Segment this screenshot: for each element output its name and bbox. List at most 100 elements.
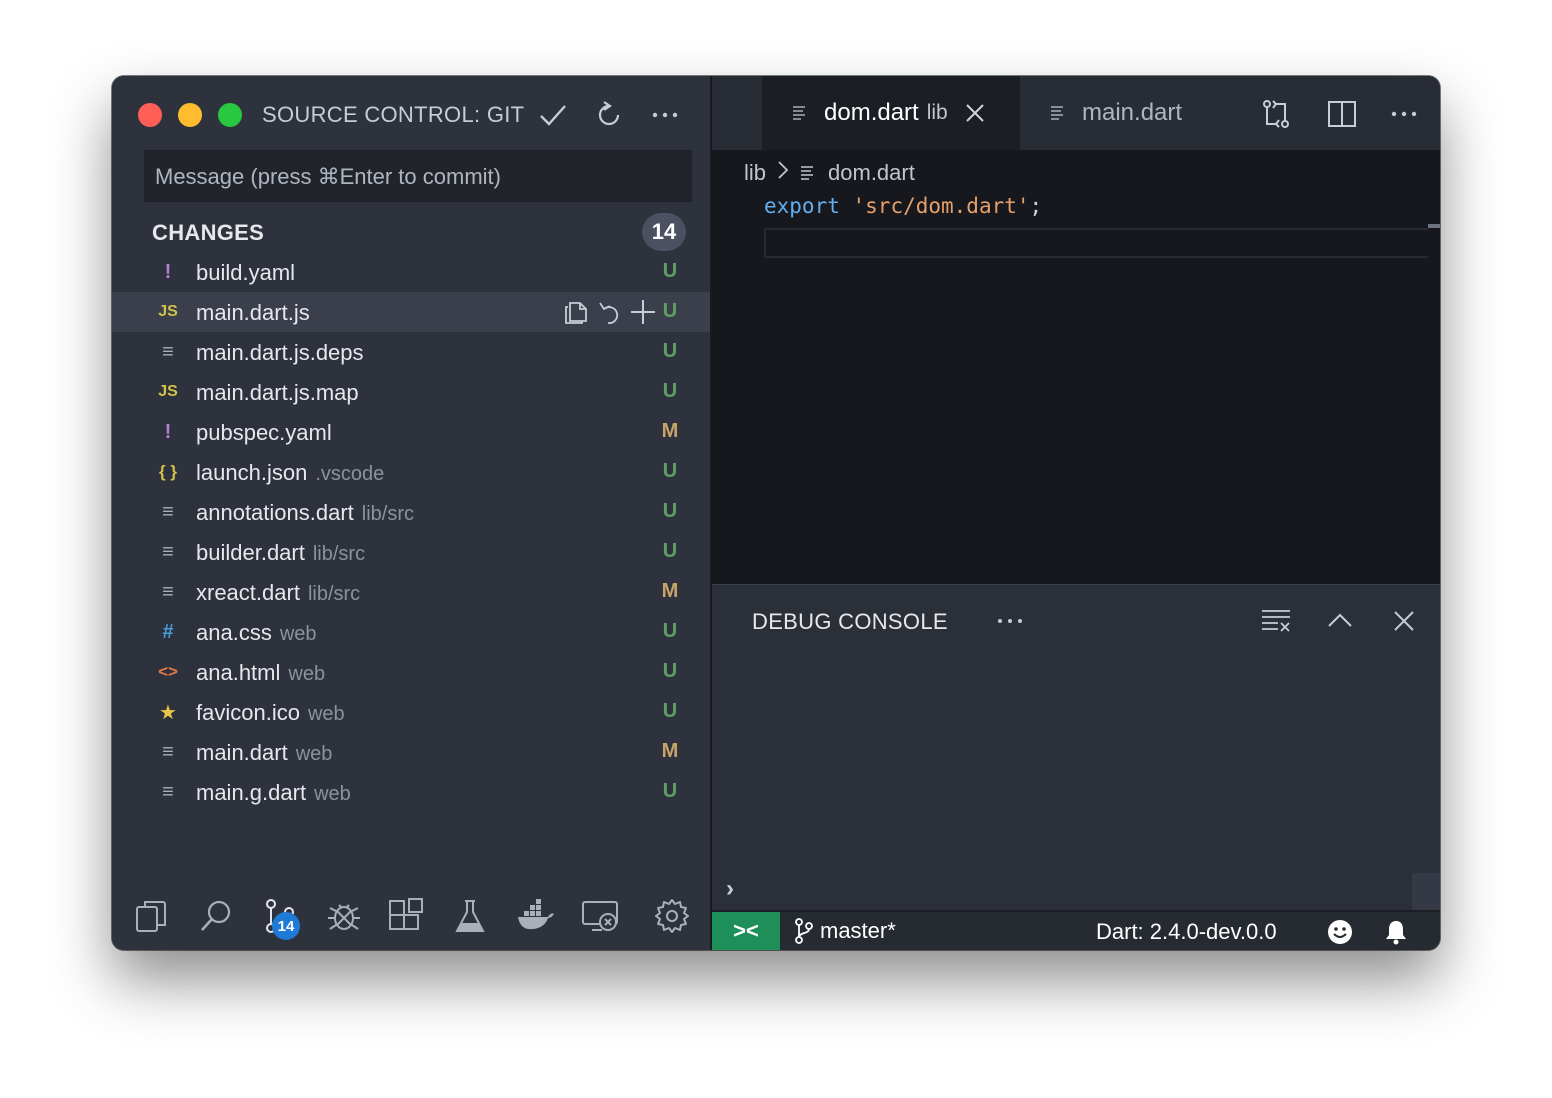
open-changes-icon[interactable] xyxy=(1258,96,1294,132)
code-line-1[interactable]: export 'src/dom.dart'; xyxy=(764,194,1042,218)
file-row[interactable]: ! pubspec.yaml M xyxy=(112,412,710,452)
file-row[interactable]: ≡ builder.dart lib/src U xyxy=(112,532,710,572)
file-row[interactable]: ≡ xreact.dart lib/src M xyxy=(112,572,710,612)
file-type-icon: ≡ xyxy=(162,780,174,803)
settings-gear-icon[interactable] xyxy=(650,894,694,938)
file-name-label: pubspec.yaml xyxy=(196,420,332,445)
file-status-badge: M xyxy=(661,580,679,602)
file-row[interactable]: JS main.dart.js.map U xyxy=(112,372,710,412)
chevron-up-icon[interactable] xyxy=(1322,603,1358,639)
tab-dom-dart[interactable]: dom.dart lib xyxy=(762,76,1020,150)
stage-changes-icon[interactable] xyxy=(628,298,658,326)
file-row[interactable]: { } launch.json .vscode U xyxy=(112,452,710,492)
tab-label: main.dart xyxy=(1082,99,1183,126)
clear-console-icon[interactable] xyxy=(1258,603,1294,639)
editor-scrollbar[interactable] xyxy=(1428,194,1440,584)
file-name-label: launch.json xyxy=(196,460,308,485)
breadcrumb-file[interactable]: dom.dart xyxy=(828,160,915,186)
feedback-smiley-icon[interactable] xyxy=(1326,918,1354,946)
file-name: main.dart.js.map xyxy=(196,380,359,406)
source-control-title: SOURCE CONTROL: GIT xyxy=(262,102,525,127)
source-control-badge: 14 xyxy=(272,912,300,940)
open-file-icon[interactable] xyxy=(560,298,590,326)
remote-explorer-icon[interactable] xyxy=(578,894,622,938)
file-type-icon: ≡ xyxy=(162,500,174,523)
file-directory: .vscode xyxy=(315,463,385,485)
file-status-badge: U xyxy=(662,460,678,482)
chevron-right-icon xyxy=(776,160,790,186)
refresh-icon[interactable] xyxy=(592,98,626,132)
file-type-icon: # xyxy=(162,620,174,643)
file-row[interactable]: ≡ main.g.dart web U xyxy=(112,772,710,812)
status-bar: >< master* Dart: 2.4.0-dev.0.0 xyxy=(712,910,1440,950)
zoom-window-button[interactable] xyxy=(218,103,242,127)
remote-indicator[interactable]: >< xyxy=(712,912,780,950)
notifications-bell-icon[interactable] xyxy=(1382,918,1410,946)
file-type-icon: JS xyxy=(158,383,178,400)
discard-changes-icon[interactable] xyxy=(594,298,624,326)
branch-indicator[interactable]: master* xyxy=(794,918,896,944)
file-row[interactable]: <> ana.html web U xyxy=(112,652,710,692)
file-name: xreact.dart lib/src xyxy=(196,580,360,606)
file-name: launch.json .vscode xyxy=(196,460,384,486)
file-name: pubspec.yaml xyxy=(196,420,332,446)
current-line-highlight[interactable] xyxy=(764,228,1434,258)
panel-scrollbar[interactable] xyxy=(1412,873,1440,911)
tab-main-dart[interactable]: main.dart xyxy=(1020,76,1220,150)
file-name-label: main.g.dart xyxy=(196,780,307,805)
file-name: favicon.ico web xyxy=(196,700,345,726)
branch-name: master* xyxy=(820,918,896,943)
extensions-icon[interactable] xyxy=(384,894,428,938)
file-status-badge: M xyxy=(661,740,679,762)
dart-version[interactable]: Dart: 2.4.0-dev.0.0 xyxy=(1096,919,1277,945)
file-directory: web xyxy=(314,783,351,805)
file-type-icon: JS xyxy=(158,303,178,320)
file-name-label: ana.html xyxy=(196,660,281,685)
file-status-badge: U xyxy=(662,300,678,322)
file-name-label: build.yaml xyxy=(196,260,296,285)
file-name: ana.html web xyxy=(196,660,325,686)
file-directory: lib/src xyxy=(361,503,415,525)
changes-header[interactable]: CHANGES xyxy=(152,220,264,246)
file-row[interactable]: ★ favicon.ico web U xyxy=(112,692,710,732)
titlebar: SOURCE CONTROL: GIT xyxy=(112,76,710,152)
file-type-icon: ★ xyxy=(159,701,177,724)
commit-check-icon[interactable] xyxy=(536,98,570,132)
file-status-badge: U xyxy=(662,700,678,722)
file-row[interactable]: JS main.dart.js U xyxy=(112,292,710,332)
file-directory: web xyxy=(279,623,317,645)
commit-message-input[interactable]: Message (press ⌘Enter to commit) xyxy=(144,150,692,202)
file-row[interactable]: ≡ main.dart web M xyxy=(112,732,710,772)
breadcrumb-folder[interactable]: lib xyxy=(744,160,766,186)
file-name: main.dart.js xyxy=(196,300,310,326)
close-icon[interactable] xyxy=(964,102,986,124)
git-branch-icon xyxy=(794,918,814,944)
file-status-badge: M xyxy=(661,420,679,442)
explorer-icon[interactable] xyxy=(130,894,174,938)
file-name-label: main.dart xyxy=(196,740,288,765)
editor-tabbar: dom.dart lib main.dart xyxy=(712,76,1440,150)
split-editor-icon[interactable] xyxy=(1324,96,1360,132)
panel-more-icon[interactable] xyxy=(992,603,1028,639)
file-row[interactable]: ≡ main.dart.js.deps U xyxy=(112,332,710,372)
more-actions-icon[interactable] xyxy=(648,98,682,132)
file-row[interactable]: ≡ annotations.dart lib/src U xyxy=(112,492,710,532)
search-icon[interactable] xyxy=(194,894,238,938)
file-row[interactable]: ! build.yaml U xyxy=(112,252,710,292)
docker-icon[interactable] xyxy=(514,894,558,938)
close-window-button[interactable] xyxy=(138,103,162,127)
file-name: annotations.dart lib/src xyxy=(196,500,414,526)
panel-title[interactable]: DEBUG CONSOLE xyxy=(752,609,948,635)
testing-flask-icon[interactable] xyxy=(448,894,492,938)
file-type-icon: <> xyxy=(158,662,178,681)
close-panel-icon[interactable] xyxy=(1386,603,1422,639)
debug-icon[interactable] xyxy=(322,894,366,938)
editor-more-icon[interactable] xyxy=(1386,96,1422,132)
file-type-icon: ≡ xyxy=(162,340,174,363)
minimize-window-button[interactable] xyxy=(178,103,202,127)
debug-console-panel: DEBUG CONSOLE › xyxy=(712,584,1440,911)
file-status-badge: U xyxy=(662,260,678,282)
file-row[interactable]: # ana.css web U xyxy=(112,612,710,652)
file-status-badge: U xyxy=(662,380,678,402)
console-prompt[interactable]: › xyxy=(726,875,734,903)
